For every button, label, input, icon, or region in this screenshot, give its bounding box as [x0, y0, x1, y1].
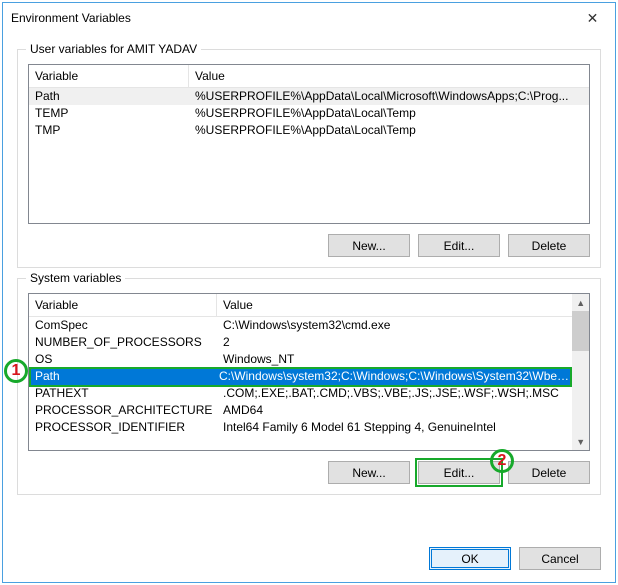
- client-area: User variables for AMIT YADAV Variable V…: [3, 33, 615, 535]
- scroll-up-button[interactable]: ▲: [572, 294, 589, 311]
- scroll-down-button[interactable]: ▼: [572, 433, 589, 450]
- user-variables-group: User variables for AMIT YADAV Variable V…: [17, 49, 601, 268]
- cell-value: 2: [217, 334, 572, 351]
- cell-value: AMD64: [217, 402, 572, 419]
- system-variables-group: System variables Variable Value ComSpecC…: [17, 278, 601, 495]
- cell-variable: NUMBER_OF_PROCESSORS: [29, 334, 217, 351]
- scroll-thumb[interactable]: [572, 311, 589, 351]
- table-row[interactable]: TMP%USERPROFILE%\AppData\Local\Temp: [29, 122, 589, 139]
- vertical-scrollbar[interactable]: ▲ ▼: [572, 294, 589, 450]
- system-new-button[interactable]: New...: [328, 461, 410, 484]
- column-header-variable[interactable]: Variable: [29, 294, 217, 316]
- list-header: Variable Value: [29, 65, 589, 88]
- cell-variable: ComSpec: [29, 317, 217, 334]
- user-new-button[interactable]: New...: [328, 234, 410, 257]
- cell-value: C:\Windows\system32;C:\Windows;C:\Window…: [213, 368, 572, 385]
- cell-value: .COM;.EXE;.BAT;.CMD;.VBS;.VBE;.JS;.JSE;.…: [217, 385, 572, 402]
- titlebar: Environment Variables ✕: [3, 3, 615, 33]
- cell-variable: PROCESSOR_ARCHITECTURE: [29, 402, 217, 419]
- cell-variable: TEMP: [29, 105, 189, 122]
- cell-variable: OS: [29, 351, 217, 368]
- cell-variable: Path: [29, 368, 213, 385]
- cell-variable: Path: [29, 88, 189, 105]
- cancel-button[interactable]: Cancel: [519, 547, 601, 570]
- system-edit-button[interactable]: Edit...: [418, 461, 500, 484]
- column-header-variable[interactable]: Variable: [29, 65, 189, 87]
- user-variables-legend: User variables for AMIT YADAV: [26, 42, 201, 56]
- cell-value: %USERPROFILE%\AppData\Local\Microsoft\Wi…: [189, 88, 589, 105]
- list-header: Variable Value: [29, 294, 572, 317]
- chevron-down-icon: ▼: [576, 437, 585, 447]
- cell-variable: TMP: [29, 122, 189, 139]
- user-variables-list[interactable]: Variable Value Path%USERPROFILE%\AppData…: [28, 64, 590, 224]
- table-row[interactable]: NUMBER_OF_PROCESSORS2: [29, 334, 572, 351]
- annotation-number: 1: [12, 362, 21, 380]
- cell-value: Windows_NT: [217, 351, 572, 368]
- column-header-value[interactable]: Value: [217, 294, 572, 316]
- cell-value: %USERPROFILE%\AppData\Local\Temp: [189, 105, 589, 122]
- close-icon: ✕: [587, 10, 599, 27]
- ok-button[interactable]: OK: [429, 547, 511, 570]
- user-buttons-row: New... Edit... Delete: [28, 234, 590, 257]
- system-delete-button[interactable]: Delete: [508, 461, 590, 484]
- annotation-circle: 1: [4, 359, 28, 383]
- system-variables-list[interactable]: Variable Value ComSpecC:\Windows\system3…: [28, 293, 590, 451]
- cell-variable: PROCESSOR_IDENTIFIER: [29, 419, 217, 436]
- table-row[interactable]: Path%USERPROFILE%\AppData\Local\Microsof…: [29, 88, 589, 105]
- close-button[interactable]: ✕: [570, 3, 615, 33]
- user-variables-listview[interactable]: Variable Value Path%USERPROFILE%\AppData…: [29, 65, 589, 223]
- table-row[interactable]: TEMP%USERPROFILE%\AppData\Local\Temp: [29, 105, 589, 122]
- table-row[interactable]: PROCESSOR_IDENTIFIERIntel64 Family 6 Mod…: [29, 419, 572, 436]
- table-row[interactable]: PROCESSOR_ARCHITECTUREAMD64: [29, 402, 572, 419]
- dialog-footer: OK Cancel: [3, 535, 615, 582]
- system-variables-listview[interactable]: Variable Value ComSpecC:\Windows\system3…: [29, 294, 572, 450]
- column-header-value[interactable]: Value: [189, 65, 589, 87]
- annotation-marker-1: 1: [4, 359, 28, 383]
- table-row[interactable]: PATHEXT.COM;.EXE;.BAT;.CMD;.VBS;.VBE;.JS…: [29, 385, 572, 402]
- system-buttons-row: New... Edit... 2 Delete: [28, 461, 590, 484]
- table-row[interactable]: OSWindows_NT: [29, 351, 572, 368]
- window-title: Environment Variables: [11, 11, 131, 25]
- system-variables-legend: System variables: [26, 271, 125, 285]
- cell-value: %USERPROFILE%\AppData\Local\Temp: [189, 122, 589, 139]
- cell-value: Intel64 Family 6 Model 61 Stepping 4, Ge…: [217, 419, 572, 436]
- table-row[interactable]: ComSpecC:\Windows\system32\cmd.exe: [29, 317, 572, 334]
- table-row[interactable]: PathC:\Windows\system32;C:\Windows;C:\Wi…: [29, 368, 572, 385]
- scroll-track-space: [572, 351, 589, 433]
- environment-variables-dialog: Environment Variables ✕ User variables f…: [2, 2, 616, 583]
- chevron-up-icon: ▲: [576, 298, 585, 308]
- user-delete-button[interactable]: Delete: [508, 234, 590, 257]
- cell-value: C:\Windows\system32\cmd.exe: [217, 317, 572, 334]
- user-edit-button[interactable]: Edit...: [418, 234, 500, 257]
- cell-variable: PATHEXT: [29, 385, 217, 402]
